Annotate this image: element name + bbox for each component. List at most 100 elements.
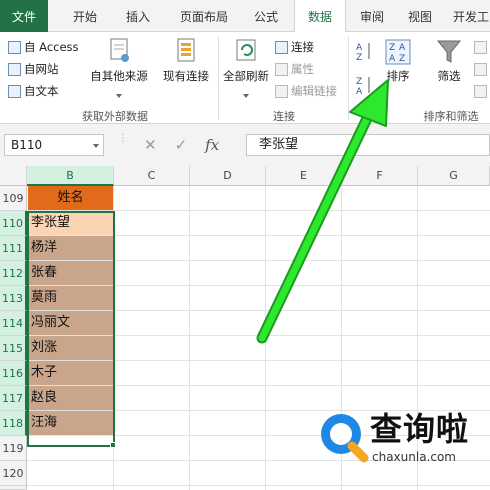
cancel-icon[interactable]: ✕ [144, 136, 157, 154]
reapply-icon [474, 62, 487, 76]
tab-page-layout[interactable]: 页面布局 [168, 0, 240, 32]
tab-home[interactable]: 开始 [60, 0, 110, 32]
from-web-button[interactable]: 自网站 [8, 59, 59, 79]
svg-text:Z: Z [399, 54, 405, 64]
row-header[interactable] [0, 486, 27, 490]
svg-text:A: A [389, 54, 396, 64]
access-icon [8, 40, 21, 54]
formula-bar-grip-icon: ⋮ [118, 133, 128, 144]
row-header[interactable]: 111 [0, 236, 27, 261]
grid-line [27, 485, 490, 486]
cell-header-name[interactable]: 姓名 [28, 186, 113, 210]
refresh-all-button[interactable]: 全部刷新 [222, 36, 270, 98]
row-header[interactable]: 118 [0, 411, 27, 436]
ribbon-tabs: 文件 开始 插入 页面布局 公式 数据 审阅 视图 开发工 [0, 0, 490, 33]
tab-insert[interactable]: 插入 [114, 0, 162, 32]
select-all-corner[interactable] [0, 166, 27, 186]
column-header-d[interactable]: D [190, 166, 266, 186]
sort-ascending-icon: AZ [356, 43, 370, 63]
fill-handle[interactable] [110, 442, 116, 448]
svg-text:A: A [356, 87, 363, 96]
web-icon [8, 62, 21, 76]
filter-label: 筛选 [437, 69, 461, 83]
advanced-filter-icon [474, 84, 487, 98]
refresh-all-label: 全部刷新 [223, 69, 269, 83]
column-header-f[interactable]: F [342, 166, 418, 186]
tab-developer[interactable]: 开发工 [446, 0, 490, 32]
get-external-data-group-label: 获取外部数据 [82, 110, 148, 123]
advanced-filter-button[interactable] [474, 81, 487, 101]
connections-label: 连接 [291, 40, 314, 54]
svg-text:A: A [399, 43, 406, 53]
sort-descending-icon: ZA [356, 77, 370, 97]
selection-range [27, 211, 115, 447]
other-sources-dropdown-icon [116, 94, 122, 98]
grid-line [265, 186, 266, 490]
row-header[interactable]: 113 [0, 286, 27, 311]
row-header[interactable]: 116 [0, 361, 27, 386]
from-text-label: 自文本 [24, 84, 59, 98]
text-file-icon [8, 84, 21, 98]
sort-ascending-button[interactable]: AZ [356, 40, 374, 65]
watermark-title: 查询啦 [370, 410, 470, 448]
row-header[interactable]: 110 [0, 211, 27, 236]
filter-funnel-icon [435, 36, 463, 66]
filter-button[interactable]: 筛选 [430, 36, 468, 84]
insert-function-icon[interactable]: fx [205, 136, 219, 154]
row-header[interactable]: 119 [0, 436, 27, 461]
tab-review[interactable]: 审阅 [350, 0, 394, 32]
name-box-value: B110 [11, 138, 43, 152]
column-header-c[interactable]: C [114, 166, 190, 186]
reapply-filter-button[interactable] [474, 59, 487, 79]
clear-filter-icon [474, 40, 487, 54]
column-header-e[interactable]: E [266, 166, 342, 186]
edit-links-label: 编辑链接 [291, 84, 337, 98]
existing-connections-button[interactable]: 现有连接 [158, 36, 214, 84]
existing-connections-icon [172, 36, 200, 66]
sort-descending-button[interactable]: ZA [356, 74, 374, 99]
properties-icon [275, 62, 288, 76]
properties-button[interactable]: 属性 [275, 59, 314, 79]
enter-icon[interactable]: ✓ [175, 136, 188, 154]
formula-input[interactable]: 李张望 [246, 134, 490, 156]
connections-icon [275, 40, 288, 54]
from-access-button[interactable]: 自 Access [8, 37, 79, 57]
name-box-dropdown-icon [93, 144, 99, 148]
existing-connections-label: 现有连接 [163, 69, 209, 83]
other-sources-label: 自其他来源 [90, 69, 148, 83]
edit-links-button[interactable]: 编辑链接 [275, 81, 337, 101]
svg-text:Z: Z [356, 53, 362, 62]
clear-filter-button[interactable] [474, 37, 487, 57]
sort-button[interactable]: ZAAZ 排序 [378, 36, 418, 84]
tab-file[interactable]: 文件 [0, 0, 48, 32]
tab-data[interactable]: 数据 [294, 0, 346, 33]
connections-button[interactable]: 连接 [275, 37, 314, 57]
ribbon: 自 Access 自网站 自文本 自其他来源 现有连接 获取外部数据 全部刷新 … [0, 32, 490, 124]
other-sources-icon [105, 36, 133, 66]
from-text-button[interactable]: 自文本 [8, 81, 59, 101]
group-separator [348, 36, 349, 120]
tab-view[interactable]: 视图 [398, 0, 442, 32]
from-web-label: 自网站 [24, 62, 59, 76]
properties-label: 属性 [291, 62, 314, 76]
row-header[interactable]: 114 [0, 311, 27, 336]
svg-text:Z: Z [389, 43, 395, 53]
row-header[interactable]: 112 [0, 261, 27, 286]
sort-label: 排序 [386, 69, 410, 83]
column-header-b[interactable]: B [27, 166, 114, 186]
watermark-url: chaxunla.com [372, 450, 456, 464]
svg-text:Z: Z [356, 77, 362, 87]
group-separator [218, 36, 219, 120]
grid-line [189, 186, 190, 490]
row-header[interactable]: 117 [0, 386, 27, 411]
from-access-label: 自 Access [24, 40, 79, 54]
name-box[interactable]: B110 [4, 134, 104, 156]
row-header[interactable]: 115 [0, 336, 27, 361]
column-header-g[interactable]: G [418, 166, 490, 186]
row-header[interactable]: 120 [0, 461, 27, 486]
tab-formulas[interactable]: 公式 [244, 0, 288, 32]
row-header[interactable]: 109 [0, 186, 27, 211]
edit-links-icon [275, 84, 288, 98]
formula-buttons: ✕ ✓ fx [136, 134, 244, 156]
other-sources-button[interactable]: 自其他来源 [88, 36, 150, 98]
